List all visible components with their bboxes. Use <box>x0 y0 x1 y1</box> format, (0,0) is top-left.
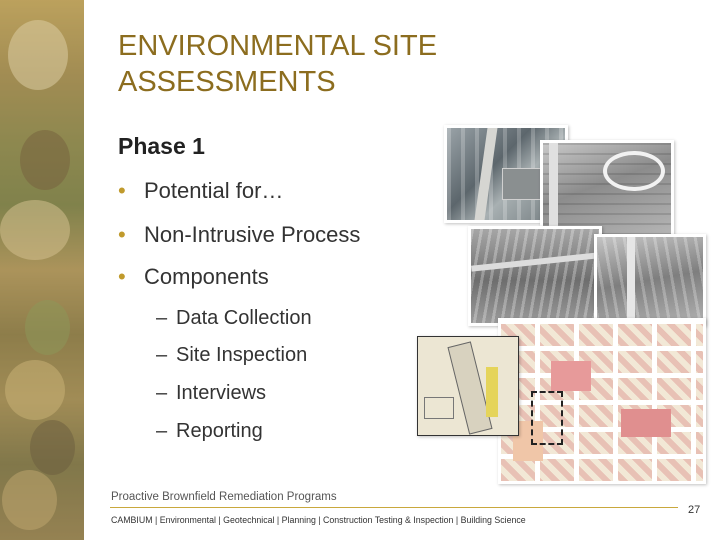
sub-bullet-item: – Interviews <box>156 382 266 405</box>
bullet-label: Potential for… <box>144 178 284 203</box>
sub-marker: – <box>156 344 168 366</box>
bullet-label: Components <box>144 264 269 289</box>
footer-categories: CAMBIUM | Environmental | Geotechnical |… <box>111 515 526 525</box>
bullet-item: • Components <box>118 264 269 290</box>
sub-bullet-item: – Data Collection <box>156 307 312 330</box>
side-photo-strip <box>0 0 84 540</box>
sub-marker: – <box>156 382 168 404</box>
bullet-marker: • <box>118 222 126 247</box>
aerial-photo-2 <box>540 140 674 238</box>
site-map <box>498 318 706 484</box>
sub-bullet-item: – Reporting <box>156 420 263 443</box>
sub-bullet-label: Reporting <box>176 420 263 442</box>
phase-subhead: Phase 1 <box>118 133 205 159</box>
sub-bullet-label: Interviews <box>176 382 267 404</box>
sub-bullet-label: Data Collection <box>176 307 312 329</box>
footer-divider <box>110 507 678 508</box>
aerial-photo-4 <box>594 234 706 326</box>
bullet-marker: • <box>118 178 126 203</box>
map-callout <box>417 336 519 436</box>
bullet-marker: • <box>118 264 126 289</box>
sub-bullet-item: – Site Inspection <box>156 344 307 367</box>
sub-bullet-label: Site Inspection <box>176 344 308 366</box>
bullet-label: Non-Intrusive Process <box>144 222 361 247</box>
sub-marker: – <box>156 307 168 329</box>
sub-marker: – <box>156 420 168 442</box>
page-number: 27 <box>688 504 701 516</box>
slide-title: ENVIRONMENTAL SITE ASSESSMENTS <box>118 30 438 98</box>
footer-program: Proactive Brownfield Remediation Program… <box>111 491 337 503</box>
aerial-photo-3 <box>468 226 602 326</box>
bullet-item: • Potential for… <box>118 178 283 204</box>
bullet-item: • Non-Intrusive Process <box>118 222 360 248</box>
